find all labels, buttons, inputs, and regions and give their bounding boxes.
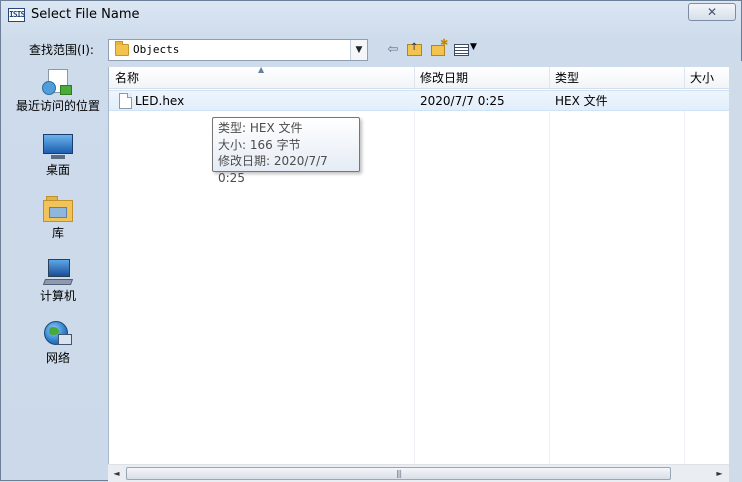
place-label: 库 (51, 226, 64, 240)
scrollbar-thumb[interactable]: ||| (126, 467, 671, 480)
place-computer[interactable]: 计算机 (9, 257, 107, 303)
dropdown-arrow-icon[interactable]: ▼ (350, 40, 367, 60)
file-list[interactable]: ▲ 名称 修改日期 类型 大小 LED.hex 2020/7/7 0:25 HE… (108, 67, 729, 482)
place-desktop[interactable]: 桌面 (9, 131, 107, 177)
new-folder-icon[interactable]: ✱ (431, 38, 448, 56)
computer-icon (42, 257, 74, 287)
dialog-right-edge (729, 61, 742, 481)
column-header-name[interactable]: 名称 (109, 67, 414, 89)
look-in-label: 查找范围(I): (29, 43, 94, 57)
back-arrow-icon[interactable]: ⇦ (384, 41, 402, 59)
look-in-value: Objects (133, 43, 180, 56)
column-header-modified[interactable]: 修改日期 (414, 67, 549, 89)
place-label: 计算机 (39, 289, 76, 303)
scroll-left-icon[interactable]: ◄ (108, 465, 125, 482)
column-header-type[interactable]: 类型 (549, 67, 684, 89)
place-network[interactable]: 网络 (9, 319, 107, 365)
place-label: 最近访问的位置 (15, 99, 100, 113)
column-header-row: ▲ 名称 修改日期 类型 大小 (109, 67, 729, 89)
close-button[interactable]: ✕ (688, 3, 736, 21)
place-recent[interactable]: 最近访问的位置 (9, 67, 107, 113)
tooltip-modified: 修改日期: 2020/7/7 0:25 (218, 154, 328, 185)
window-title: Select File Name (31, 7, 140, 22)
recent-places-icon (42, 67, 74, 97)
file-type: HEX 文件 (555, 94, 608, 108)
tooltip-type: 类型: HEX 文件 (218, 121, 303, 135)
select-file-dialog: ISIS Select File Name ✕ 查找范围(I): Objects… (0, 0, 742, 482)
horizontal-scrollbar[interactable]: ◄ ||| ► (108, 464, 729, 482)
up-folder-icon[interactable]: ↑ (407, 42, 422, 56)
scroll-right-icon[interactable]: ► (711, 465, 728, 482)
file-info-tooltip: 类型: HEX 文件 大小: 166 字节 修改日期: 2020/7/7 0:2… (212, 117, 360, 185)
places-bar: 最近访问的位置 桌面 库 计算机 网络 (9, 65, 107, 477)
file-name: LED.hex (135, 94, 185, 108)
libraries-icon (42, 194, 74, 224)
place-label: 网络 (45, 351, 70, 365)
view-menu-icon[interactable] (454, 44, 469, 56)
view-menu-arrow-icon[interactable]: ▼ (470, 42, 477, 52)
place-libraries[interactable]: 库 (9, 194, 107, 240)
title-bar[interactable]: ISIS Select File Name ✕ (1, 1, 741, 31)
folder-icon (115, 41, 129, 56)
tooltip-size: 大小: 166 字节 (218, 137, 301, 152)
place-label: 桌面 (45, 163, 70, 177)
look-in-dropdown[interactable]: Objects ▼ (108, 39, 368, 61)
network-icon (42, 319, 74, 349)
desktop-icon (42, 131, 74, 161)
file-modified: 2020/7/7 0:25 (420, 94, 505, 108)
column-header-size[interactable]: 大小 (684, 67, 729, 89)
file-row[interactable]: LED.hex 2020/7/7 0:25 HEX 文件 (109, 90, 729, 111)
isis-app-icon: ISIS (8, 8, 25, 22)
